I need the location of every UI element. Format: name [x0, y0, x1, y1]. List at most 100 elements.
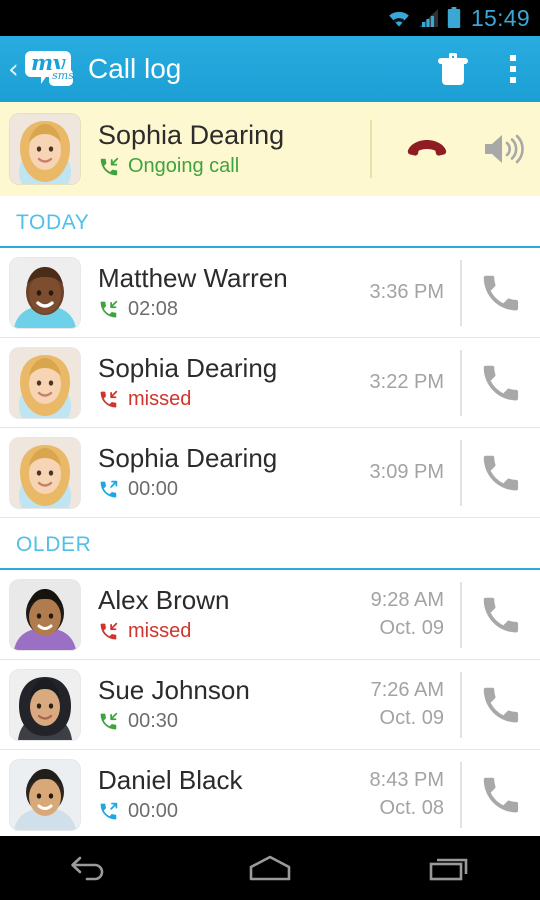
call-incoming-icon — [100, 157, 119, 175]
call-duration: missed — [128, 387, 192, 410]
call-time: 8:43 PM — [369, 768, 444, 791]
call-time: 9:28 AM — [370, 588, 444, 611]
section-header: OLDER — [0, 518, 540, 570]
call-row-info: Sophia Dearing 00:00 — [98, 444, 370, 501]
call-missed-icon — [100, 622, 118, 640]
avatar-female-2 — [10, 669, 80, 740]
call-time: 3:36 PM — [369, 280, 444, 303]
call-date: Oct. 09 — [379, 616, 444, 639]
phone-handset-icon — [483, 597, 519, 632]
call-timestamp: 7:26 AM Oct. 09 — [371, 677, 460, 732]
more-vertical-icon[interactable] — [504, 53, 522, 85]
call-button[interactable] — [460, 349, 540, 416]
avatar — [10, 669, 80, 740]
call-button[interactable] — [460, 259, 540, 326]
app-logo: my sms — [23, 49, 75, 89]
call-detail-row: 00:30 — [98, 710, 371, 733]
call-log-row[interactable]: Daniel Black 00:00 8:43 PM Oct. 08 — [0, 750, 540, 840]
call-row-info: Sophia Dearing missed — [98, 354, 370, 411]
hang-up-button[interactable] — [406, 136, 448, 162]
contact-name: Matthew Warren — [98, 264, 288, 293]
call-button[interactable] — [460, 439, 540, 506]
nav-home-button[interactable] — [180, 853, 360, 883]
status-bar-clock: 15:49 — [470, 4, 530, 31]
speaker-icon — [485, 134, 524, 164]
call-duration: 00:00 — [128, 799, 179, 822]
call-detail-row: 02:08 — [98, 298, 370, 321]
call-row-info: Alex Brown missed — [98, 586, 371, 643]
call-log-row[interactable]: Sue Johnson 00:30 7:26 AM Oct. 09 — [0, 660, 540, 750]
app-bar-actions — [438, 53, 522, 85]
call-duration: 00:00 — [128, 477, 179, 500]
contact-name: Sue Johnson — [98, 676, 250, 705]
call-outgoing-icon — [100, 802, 118, 820]
call-duration: missed — [128, 619, 192, 642]
avatar — [10, 579, 80, 650]
call-timestamp: 3:36 PM — [370, 279, 460, 307]
call-log-row[interactable]: Sophia Dearing missed 3:22 PM — [0, 338, 540, 428]
contact-name: Daniel Black — [98, 766, 243, 795]
call-log-row[interactable]: Sophia Dearing 00:00 3:09 PM — [0, 428, 540, 518]
avatar — [10, 257, 80, 328]
nav-recents-button[interactable] — [360, 853, 540, 883]
call-log-row[interactable]: Alex Brown missed 9:28 AM Oct. 09 — [0, 570, 540, 660]
avatar — [10, 437, 80, 508]
section-header: TODAY — [0, 196, 540, 248]
call-date: Oct. 08 — [379, 796, 444, 819]
phone-handset-icon — [483, 455, 519, 490]
call-incoming-icon — [100, 300, 118, 318]
speaker-button[interactable] — [482, 132, 524, 166]
back-chevron-icon[interactable]: ‹ — [8, 56, 22, 83]
call-row-info: Matthew Warren 02:08 — [98, 264, 370, 321]
ongoing-call-status: Ongoing call — [128, 155, 240, 178]
avatar-male-3 — [10, 759, 80, 830]
avatar-female-1 — [10, 437, 80, 508]
home-icon — [249, 855, 291, 881]
avatar — [10, 759, 80, 830]
avatar-female-1 — [10, 347, 80, 418]
avatar — [10, 347, 80, 418]
phone-handset-icon — [483, 275, 519, 310]
hang-up-icon — [407, 140, 447, 156]
call-timestamp: 3:09 PM — [370, 459, 460, 487]
ongoing-call-info: Sophia Dearing Ongoing call — [98, 120, 370, 178]
call-time: 3:22 PM — [369, 370, 444, 393]
contact-name: Sophia Dearing — [98, 354, 278, 383]
call-row-info: Daniel Black 00:00 — [98, 766, 370, 823]
phone-handset-icon — [483, 777, 519, 812]
ongoing-call-actions — [370, 120, 524, 178]
avatar-male-2 — [10, 579, 80, 650]
call-log-row[interactable]: Matthew Warren 02:08 3:36 PM — [0, 248, 540, 338]
android-nav-bar — [0, 836, 540, 900]
logo-bubble-tail — [41, 74, 48, 84]
phone-handset-icon — [483, 687, 519, 722]
nav-back-button[interactable] — [0, 853, 180, 883]
contact-name: Alex Brown — [98, 586, 230, 615]
ongoing-call-banner[interactable]: Sophia Dearing Ongoing call — [0, 102, 540, 196]
call-incoming-icon — [100, 712, 118, 730]
page-title: Call log — [88, 53, 182, 84]
call-button[interactable] — [460, 761, 540, 828]
wifi-icon — [389, 11, 409, 27]
app-bar: ‹ my sms Call log — [0, 36, 540, 102]
status-bar: 15:49 — [0, 0, 540, 36]
call-detail-row: missed — [98, 388, 370, 411]
call-detail-row: 00:00 — [98, 800, 370, 823]
call-duration: 02:08 — [128, 297, 179, 320]
call-timestamp: 9:28 AM Oct. 09 — [371, 587, 460, 642]
recents-icon — [429, 858, 468, 881]
call-log-list: TODAY Matthew Warren 02:08 3:36 PM Sophi… — [0, 196, 540, 840]
call-button[interactable] — [460, 671, 540, 738]
ongoing-call-name: Sophia Dearing — [98, 119, 285, 150]
call-timestamp: 3:22 PM — [370, 369, 460, 397]
avatar-female-1 — [10, 114, 80, 184]
call-row-info: Sue Johnson 00:30 — [98, 676, 371, 733]
call-missed-icon — [100, 390, 118, 408]
call-detail-row: missed — [98, 620, 371, 643]
phone-screen: 15:49 ‹ my sms Call log Sophia Dearing O… — [0, 0, 540, 900]
phone-handset-icon — [483, 365, 519, 400]
battery-icon — [447, 7, 461, 28]
trash-icon[interactable] — [438, 53, 468, 85]
call-button[interactable] — [460, 581, 540, 648]
call-outgoing-icon — [100, 480, 118, 498]
